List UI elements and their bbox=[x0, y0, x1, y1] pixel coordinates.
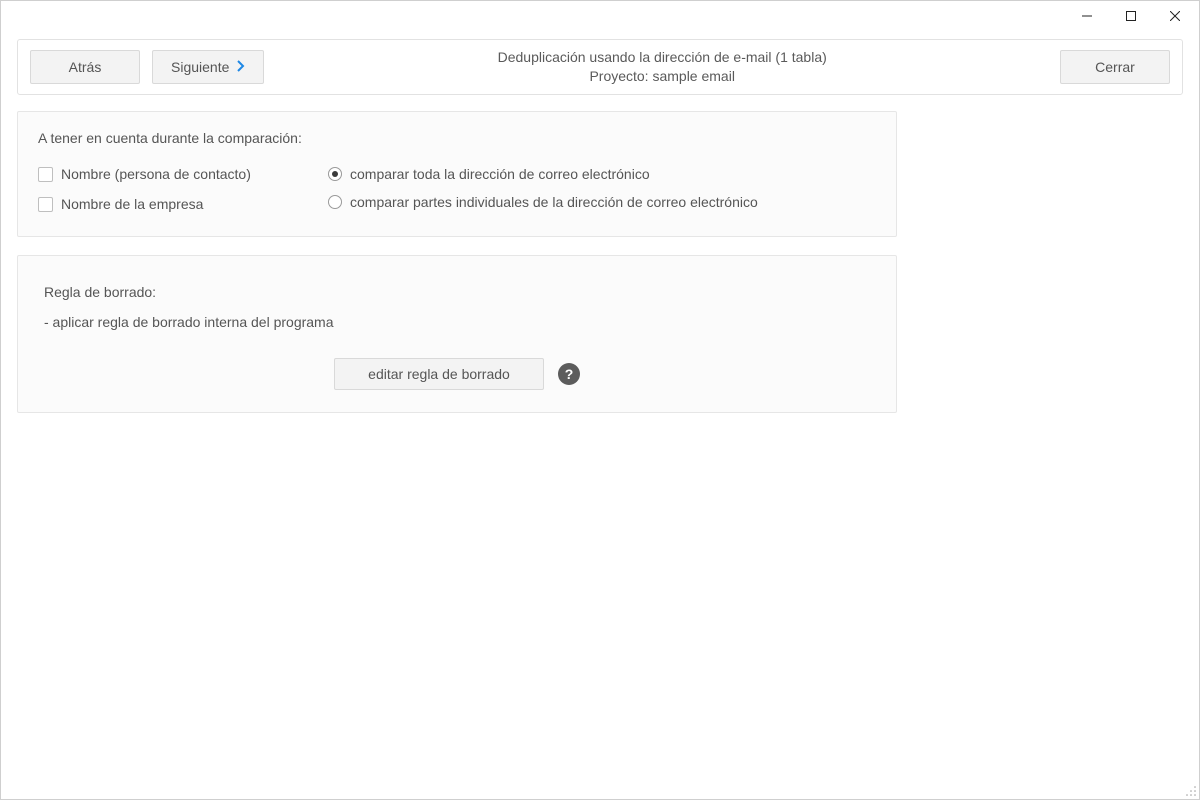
header-left: Atrás Siguiente bbox=[30, 50, 264, 84]
chevron-right-icon bbox=[237, 59, 245, 75]
checkbox-company-name-label: Nombre de la empresa bbox=[61, 196, 203, 212]
comparison-panel-title: A tener en cuenta durante la comparación… bbox=[38, 130, 876, 146]
content-inner: A tener en cuenta durante la comparación… bbox=[17, 111, 897, 413]
help-icon[interactable]: ? bbox=[558, 363, 580, 385]
resize-grip-icon[interactable] bbox=[1183, 783, 1197, 797]
next-button[interactable]: Siguiente bbox=[152, 50, 264, 84]
checkbox-column: Nombre (persona de contacto) Nombre de l… bbox=[38, 166, 268, 212]
delete-rule-title: Regla de borrado: bbox=[44, 284, 870, 300]
window-close-button[interactable] bbox=[1153, 2, 1197, 30]
edit-delete-rule-label: editar regla de borrado bbox=[368, 366, 510, 382]
minimize-button[interactable] bbox=[1065, 2, 1109, 30]
title-line1: Deduplicación usando la dirección de e-m… bbox=[264, 48, 1060, 67]
radio-row-parts-email: comparar partes individuales de la direc… bbox=[328, 194, 758, 210]
radio-full-email[interactable] bbox=[328, 167, 342, 181]
checkbox-row-company: Nombre de la empresa bbox=[38, 196, 268, 212]
header-container: Atrás Siguiente Deduplicación usando la … bbox=[1, 31, 1199, 95]
maximize-button[interactable] bbox=[1109, 2, 1153, 30]
window-titlebar bbox=[1, 1, 1199, 31]
title-line2: Proyecto: sample email bbox=[264, 67, 1060, 86]
checkbox-row-name-contact: Nombre (persona de contacto) bbox=[38, 166, 268, 182]
radio-column: comparar toda la dirección de correo ele… bbox=[328, 166, 758, 212]
edit-rule-row: editar regla de borrado ? bbox=[44, 358, 870, 390]
back-button[interactable]: Atrás bbox=[30, 50, 140, 84]
radio-parts-email-label: comparar partes individuales de la direc… bbox=[350, 194, 758, 210]
comparison-options-row: Nombre (persona de contacto) Nombre de l… bbox=[38, 166, 876, 212]
delete-rule-line: - aplicar regla de borrado interna del p… bbox=[44, 314, 870, 330]
close-button-label: Cerrar bbox=[1095, 59, 1135, 75]
wizard-header: Atrás Siguiente Deduplicación usando la … bbox=[17, 39, 1183, 95]
close-button[interactable]: Cerrar bbox=[1060, 50, 1170, 84]
content-area: A tener en cuenta durante la comparación… bbox=[1, 95, 1199, 447]
header-title: Deduplicación usando la dirección de e-m… bbox=[264, 48, 1060, 86]
delete-rule-panel: Regla de borrado: - aplicar regla de bor… bbox=[17, 255, 897, 413]
checkbox-name-contact[interactable] bbox=[38, 167, 53, 182]
app-window: Atrás Siguiente Deduplicación usando la … bbox=[0, 0, 1200, 800]
radio-row-full-email: comparar toda la dirección de correo ele… bbox=[328, 166, 758, 182]
back-button-label: Atrás bbox=[69, 59, 102, 75]
comparison-panel: A tener en cuenta durante la comparación… bbox=[17, 111, 897, 237]
next-button-label: Siguiente bbox=[171, 59, 229, 75]
checkbox-company-name[interactable] bbox=[38, 197, 53, 212]
radio-full-email-label: comparar toda la dirección de correo ele… bbox=[350, 166, 650, 182]
radio-parts-email[interactable] bbox=[328, 195, 342, 209]
header-right: Cerrar bbox=[1060, 50, 1170, 84]
help-icon-symbol: ? bbox=[565, 366, 574, 382]
edit-delete-rule-button[interactable]: editar regla de borrado bbox=[334, 358, 544, 390]
checkbox-name-contact-label: Nombre (persona de contacto) bbox=[61, 166, 251, 182]
